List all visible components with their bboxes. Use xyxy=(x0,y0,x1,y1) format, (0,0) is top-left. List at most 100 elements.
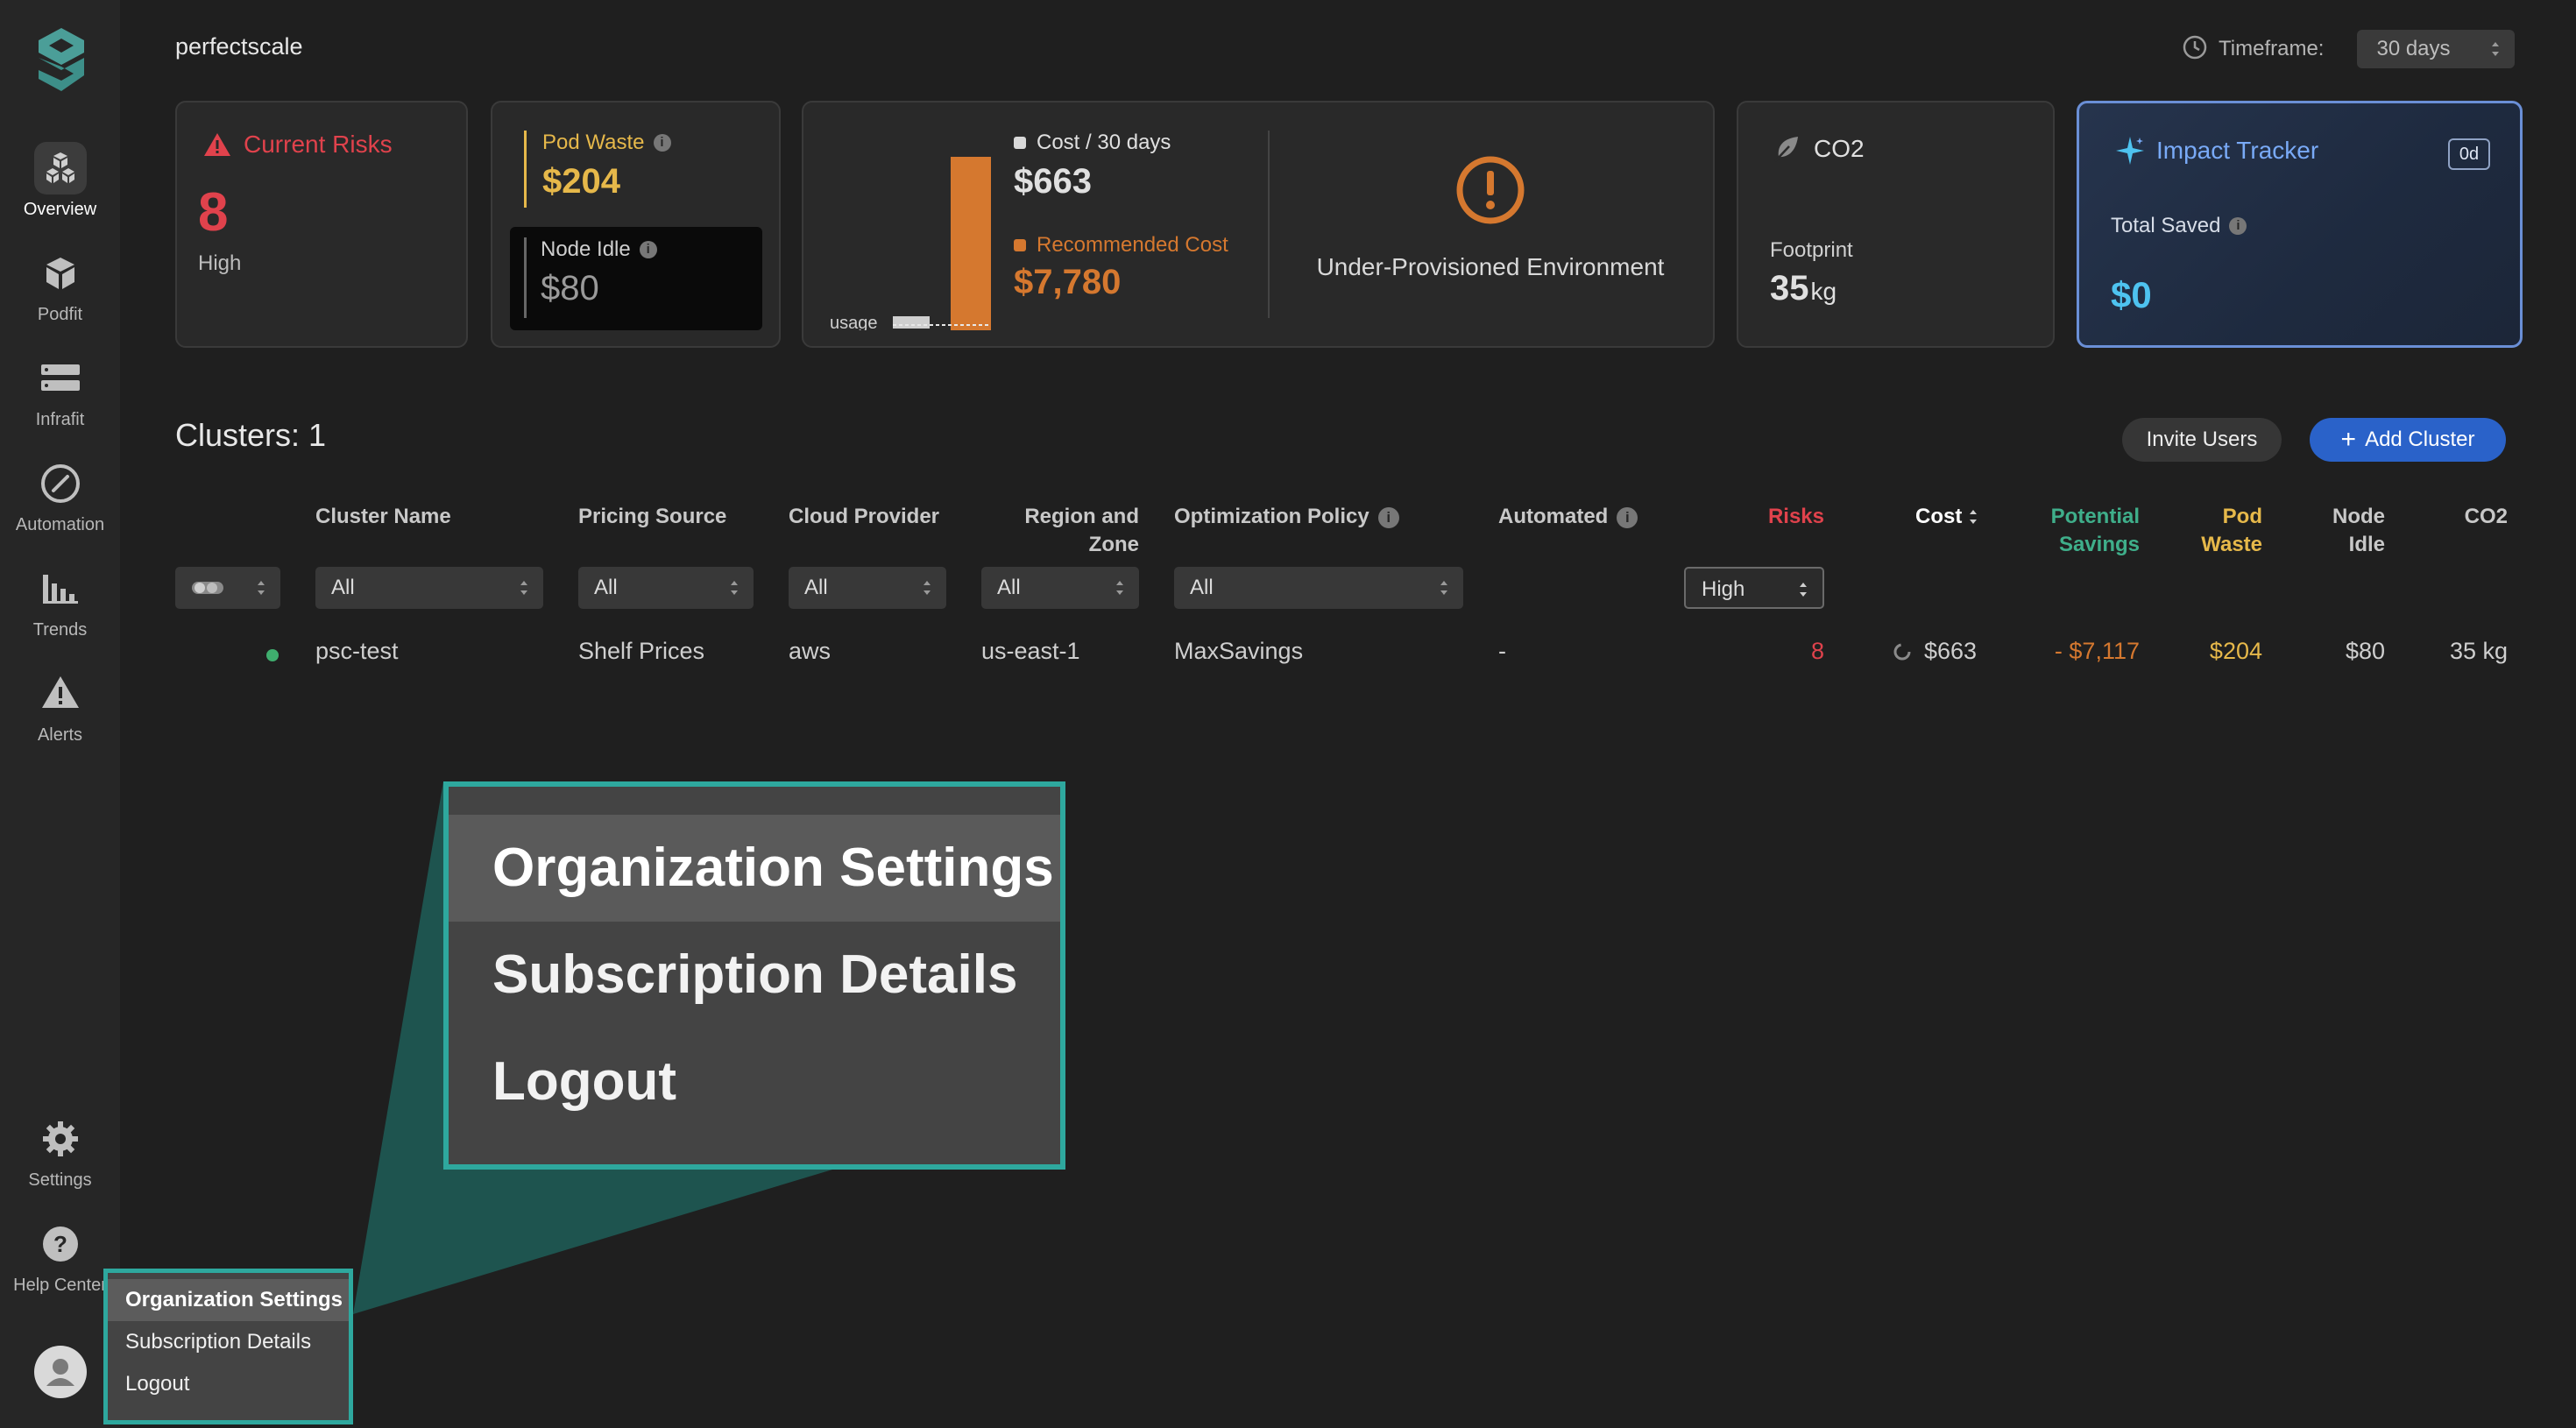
pod-waste-label-text: Pod Waste xyxy=(542,131,645,154)
impact-tracker-title: Impact Tracker xyxy=(2114,135,2318,166)
compass-icon xyxy=(34,457,87,510)
info-icon[interactable]: i xyxy=(1377,507,1399,528)
zoom-menu-item-logout: Logout xyxy=(492,1051,677,1112)
impact-tracker-card[interactable]: Impact Tracker 0d Total Saved i $0 xyxy=(2077,101,2523,348)
info-icon[interactable]: i xyxy=(2229,217,2247,235)
add-cluster-button[interactable]: + Add Cluster xyxy=(2310,418,2506,462)
warning-icon xyxy=(204,133,230,156)
sidebar-item-settings[interactable]: Settings xyxy=(0,1113,120,1209)
column-header-pod-waste[interactable]: Pod Waste xyxy=(2173,503,2262,559)
sidebar-item-label: Trends xyxy=(32,620,88,640)
column-header-pod-waste-line2: Waste xyxy=(2201,533,2262,556)
sidebar-item-infrafit[interactable]: Infrafit xyxy=(0,352,120,449)
column-header-savings-line2: Savings xyxy=(2058,533,2140,556)
node-idle-label: Node Idle i xyxy=(541,237,657,262)
menu-item-logout[interactable]: Logout xyxy=(108,1363,349,1405)
gear-icon xyxy=(34,1113,87,1165)
info-icon[interactable]: i xyxy=(639,241,657,258)
sidebar-item-podfit[interactable]: Podfit xyxy=(0,247,120,343)
sidebar-item-help-center[interactable]: ? Help Center xyxy=(0,1218,120,1314)
column-header-cost[interactable]: Cost xyxy=(1915,503,1978,531)
cell-risks[interactable]: 8 xyxy=(1735,638,1824,665)
pricing-source-filter[interactable]: All xyxy=(578,567,754,609)
info-icon[interactable]: i xyxy=(653,134,671,152)
column-header-cluster-name[interactable]: Cluster Name xyxy=(315,503,451,531)
column-header-node-idle-line1: Node xyxy=(2332,505,2385,528)
cost-card[interactable]: usage Cost / 30 days $663 Recommended Co… xyxy=(802,101,1715,348)
user-avatar[interactable] xyxy=(34,1346,87,1398)
column-header-co2[interactable]: CO2 xyxy=(2418,503,2508,531)
timeframe-value: 30 days xyxy=(2376,37,2451,60)
total-saved-label-text: Total Saved xyxy=(2111,214,2221,237)
invite-users-button[interactable]: Invite Users xyxy=(2122,418,2282,462)
user-menu: Organization Settings Subscription Detai… xyxy=(103,1269,353,1424)
chevron-updown-icon xyxy=(1440,581,1447,595)
co2-number: 35 xyxy=(1770,269,1809,308)
column-header-optimization-policy-text: Optimization Policy xyxy=(1174,505,1369,528)
column-header-automated[interactable]: Automated i xyxy=(1498,503,1638,531)
current-risks-card[interactable]: Current Risks 8 High xyxy=(175,101,468,348)
cell-cost: $663 xyxy=(1924,638,1978,664)
waste-card[interactable]: Pod Waste i $204 Node Idle i $80 xyxy=(491,101,781,348)
info-icon[interactable]: i xyxy=(1617,507,1638,528)
cell-cloud-provider: aws xyxy=(789,638,832,664)
recommended-cost-label-text: Recommended Cost xyxy=(1037,233,1228,257)
chevron-updown-icon xyxy=(1116,581,1123,595)
environment-status: Under-Provisioned Environment xyxy=(1316,253,1665,280)
sidebar-item-automation[interactable]: Automation xyxy=(0,457,120,554)
cell-potential-savings: - $7,117 xyxy=(2054,638,2140,664)
loading-spinner-icon xyxy=(1893,640,1912,668)
optimization-policy-filter[interactable]: All xyxy=(1174,567,1463,609)
co2-title: CO2 xyxy=(1772,134,1865,164)
column-header-region-line1: Region and xyxy=(1024,505,1139,528)
cubes-icon xyxy=(33,142,87,194)
svg-text:?: ? xyxy=(53,1231,67,1257)
total-saved-value: $0 xyxy=(2111,274,2152,315)
column-header-risks[interactable]: Risks xyxy=(1735,503,1824,531)
server-icon xyxy=(34,352,87,405)
cluster-name-filter[interactable]: All xyxy=(315,567,543,609)
cluster-name-filter-value: All xyxy=(331,576,355,599)
sort-icon[interactable] xyxy=(1968,508,1978,526)
co2-title-text: CO2 xyxy=(1814,135,1865,162)
cost-value: $663 xyxy=(1014,162,1092,201)
column-header-node-idle-line2: Idle xyxy=(2348,533,2385,556)
pricing-source-filter-value: All xyxy=(594,576,618,599)
clusters-title: Clusters: 1 xyxy=(175,417,327,453)
sidebar-item-trends[interactable]: Trends xyxy=(0,562,120,659)
column-header-region[interactable]: Region and Zone xyxy=(964,503,1139,559)
region-filter[interactable]: All xyxy=(981,567,1139,609)
risks-filter[interactable]: High xyxy=(1684,567,1824,609)
usage-label: usage xyxy=(830,314,878,330)
column-header-pricing-source[interactable]: Pricing Source xyxy=(578,503,726,531)
toggle-icon xyxy=(192,582,223,594)
sidebar-item-label: Overview xyxy=(23,200,97,219)
org-name: perfectscale xyxy=(175,33,303,60)
co2-unit: kg xyxy=(1810,278,1837,305)
cell-pod-waste: $204 xyxy=(2209,638,2262,664)
column-header-region-line2: Zone xyxy=(1088,533,1139,556)
leaf-icon xyxy=(1774,137,1798,162)
column-header-node-idle[interactable]: Node Idle xyxy=(2296,503,2385,559)
timeframe-select[interactable]: 30 days xyxy=(2357,30,2516,68)
cell-cluster-name[interactable]: psc-test xyxy=(315,638,399,665)
recommended-cost-bar xyxy=(951,157,991,330)
chevron-updown-icon xyxy=(520,581,527,595)
menu-item-subscription-details[interactable]: Subscription Details xyxy=(108,1321,349,1363)
cloud-provider-filter[interactable]: All xyxy=(789,567,946,609)
cell-node-idle: $80 xyxy=(2345,638,2385,664)
sidebar-item-label: Help Center xyxy=(13,1276,107,1295)
status-filter[interactable] xyxy=(175,567,280,609)
column-header-cloud-provider[interactable]: Cloud Provider xyxy=(789,503,939,531)
sidebar-item-overview[interactable]: Overview xyxy=(0,142,120,238)
divider xyxy=(1268,131,1270,318)
column-header-optimization-policy[interactable]: Optimization Policy i xyxy=(1174,503,1399,531)
co2-card[interactable]: CO2 Footprint 35kg xyxy=(1737,101,2055,348)
cost-legend-square xyxy=(1014,137,1026,149)
column-header-potential-savings[interactable]: Potential Savings xyxy=(2015,503,2140,559)
usage-bar xyxy=(893,316,930,329)
perfectscale-logo[interactable] xyxy=(35,26,88,93)
menu-item-organization-settings[interactable]: Organization Settings xyxy=(108,1279,349,1321)
sidebar-item-alerts[interactable]: Alerts xyxy=(0,668,120,764)
cost-info: Cost / 30 days $663 Recommended Cost $7,… xyxy=(1014,131,1228,302)
